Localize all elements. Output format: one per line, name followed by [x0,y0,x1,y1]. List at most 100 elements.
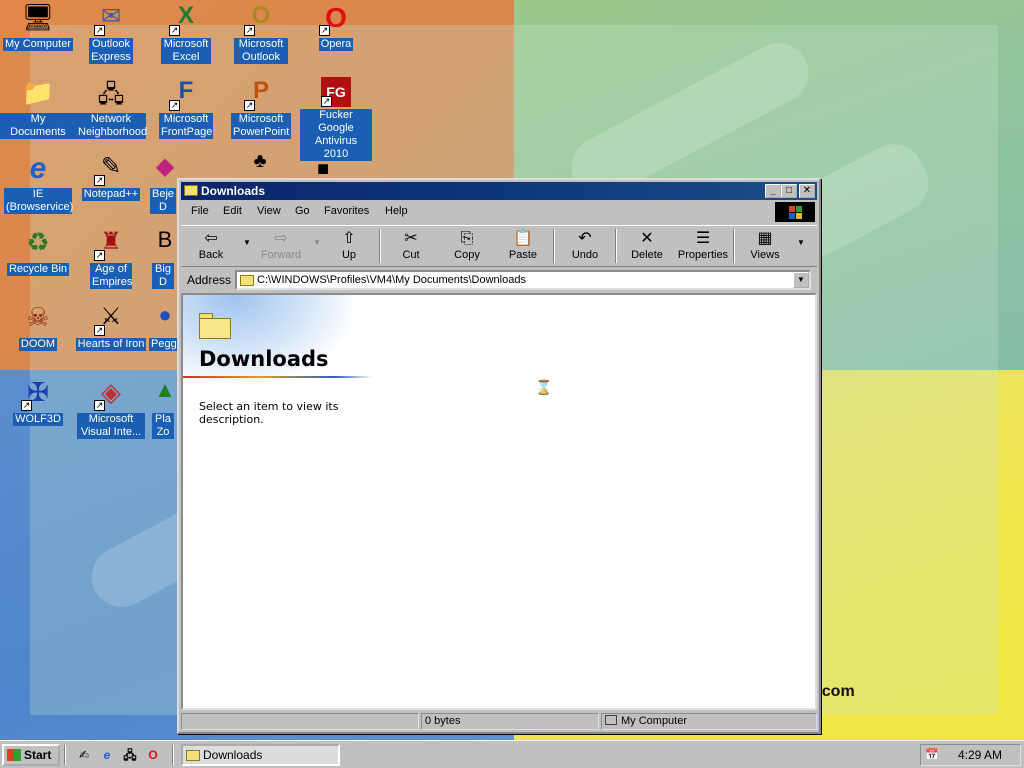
icon-label: WOLF3D [13,413,63,426]
toolbar-separator [733,229,735,263]
undo-label: Undo [571,249,599,261]
desktop-icon-visual-interdev[interactable]: ◈ ↗ Microsoft Visual Inte... [73,377,149,439]
clock[interactable]: 4:29 AM [958,748,1002,762]
up-button[interactable]: ⇧ Up [321,229,377,265]
icon-label: Pla Zo [152,413,174,439]
opera-quicklaunch-icon[interactable]: O [145,747,161,763]
icon-label: DOOM [18,338,58,351]
desktop-icon-outlook[interactable]: O ↗ Microsoft Outlook [223,2,299,64]
copy-button[interactable]: ⎘ Copy [439,229,495,265]
icon-label: Beje D [150,188,176,214]
desktop-icon-antivirus[interactable]: FG ↗ Fucker Google Antivirus 2010 [298,77,374,161]
menu-go[interactable]: Go [295,205,310,217]
undo-icon: ↶ [578,230,592,247]
desktop-icon-frontpage[interactable]: F ↗ Microsoft FrontPage [148,77,224,139]
desktop-icon-doom[interactable]: ☠ DOOM [0,302,76,351]
minimize-button[interactable]: _ [765,184,781,198]
wolf3d-icon: ✠ ↗ [21,377,49,411]
views-label: Views [750,249,780,261]
folder-title: Downloads [199,347,329,371]
big-app-icon: B [157,227,173,252]
forward-dropdown-icon[interactable]: ▼ [313,238,321,247]
desktop-icon-recycle-bin[interactable]: ♻ Recycle Bin [0,227,76,276]
ie-quicklaunch-icon[interactable]: e [99,747,115,763]
cut-label: Cut [402,249,420,261]
taskbar-separator [64,745,66,765]
back-button[interactable]: ⇦ Back [183,229,239,265]
desktop-icon-network-neighborhood[interactable]: 🖧 Network Neighborhood [73,77,149,139]
icon-label: Network Neighborhood [76,113,148,139]
desktop-icon-bejeweled[interactable]: ◆ Beje D [148,152,178,214]
menu-help[interactable]: Help [385,205,408,217]
icon-label: Microsoft Outlook [234,38,288,64]
cut-button[interactable]: ✂ Cut [383,229,439,265]
menu-file[interactable]: File [191,205,209,217]
icon-label: Pegg [149,338,177,351]
properties-label: Properties [677,249,729,261]
desktop-icon-outlook-express[interactable]: ✉ ↗ Outlook Express [73,2,149,64]
title-bar[interactable]: Downloads _ □ ✕ [181,182,817,200]
undo-button[interactable]: ↶ Undo [557,229,613,265]
desktop-icon-excel[interactable]: X ↗ Microsoft Excel [148,2,224,64]
start-button[interactable]: Start [2,744,60,766]
properties-button[interactable]: ☰ Properties [673,229,733,265]
desktop-icon-wolf3d[interactable]: ✠ ↗ WOLF3D [0,377,76,426]
desktop-icon-big[interactable]: B Big D [148,227,178,289]
paste-label: Paste [508,249,538,261]
desktop-icon-notepad-plus-plus[interactable]: ✎ ↗ Notepad++ [73,152,149,201]
views-button[interactable]: ▦ Views [737,229,793,265]
address-dropdown-icon[interactable]: ▼ [793,272,809,288]
frontpage-icon: F ↗ [169,77,194,111]
outlook-express-icon: ✉ ↗ [94,3,122,36]
icon-label: My Documents [0,113,76,139]
item-description: Select an item to view its description. [199,400,339,426]
icon-label: Microsoft Excel [161,38,211,64]
desktop-icon-plants-zombies[interactable]: ▲ Pla Zo [148,377,178,439]
desktop-icon-hearts-of-iron[interactable]: ⚔ ↗ Hearts of Iron [73,302,149,351]
menu-edit[interactable]: Edit [223,205,242,217]
address-bar: Address C:\WINDOWS\Profiles\VM4\My Docum… [181,269,817,291]
window-title: Downloads [201,184,266,198]
desktop-icon-peggle[interactable]: ● Pegg [148,302,178,351]
delete-button[interactable]: ✕ Delete [619,229,675,265]
icon-label: IE (Browservice) [4,188,74,214]
icon-label: Notepad++ [81,188,141,201]
folder-icon [240,275,254,286]
desktop-icon-my-computer[interactable]: 🖥 My Computer [0,2,76,51]
back-label: Back [198,249,224,261]
menu-view[interactable]: View [257,205,281,217]
computer-icon [605,715,617,725]
windows-logo-icon [775,202,815,222]
icon-label: Microsoft Visual Inte... [77,413,145,439]
status-bar: 0 bytes My Computer [181,712,817,730]
close-button[interactable]: ✕ [799,184,815,198]
forward-button[interactable]: ⇨ Forward [253,229,309,265]
taskbar-button-downloads[interactable]: Downloads [181,744,340,766]
menu-favorites[interactable]: Favorites [324,205,369,217]
folder-view[interactable]: Downloads Select an item to view its des… [181,293,817,710]
desktop-icon-age-of-empires[interactable]: ♜ ↗ Age of Empires [73,227,149,289]
status-zone: My Computer [601,713,817,730]
desktop-icon-powerpoint[interactable]: P ↗ Microsoft PowerPoint [223,77,299,139]
delete-x-icon: ✕ [640,230,654,247]
visual-interdev-icon: ◈ ↗ [94,377,121,411]
show-desktop-icon[interactable]: ✍ [76,747,92,763]
desktop-icon-my-documents[interactable]: 📁 My Documents [0,77,76,139]
start-label: Start [24,748,52,762]
address-input[interactable]: C:\WINDOWS\Profiles\VM4\My Documents\Dow… [235,270,811,290]
views-dropdown-icon[interactable]: ▼ [797,238,805,247]
network-quicklaunch-icon[interactable]: 🖧 [122,747,138,763]
icon-label: Opera [318,38,354,51]
paste-button[interactable]: 📋 Paste [495,229,551,265]
maximize-button[interactable]: □ [781,184,797,198]
back-dropdown-icon[interactable]: ▼ [243,238,251,247]
explorer-window[interactable]: Downloads _ □ ✕ File Edit View Go Favori… [177,178,821,734]
desktop-icon-ie[interactable]: e IE (Browservice) [0,152,76,214]
taskbar-separator [172,745,174,765]
desktop-icon-opera[interactable]: O ↗ Opera [298,2,374,51]
scheduler-icon[interactable]: 📅 [925,748,941,762]
toolbar-separator [615,229,617,263]
address-value[interactable]: C:\WINDOWS\Profiles\VM4\My Documents\Dow… [257,274,526,286]
icon-label: Microsoft PowerPoint [231,113,291,139]
system-tray: 📅 4:29 AM [920,744,1021,766]
